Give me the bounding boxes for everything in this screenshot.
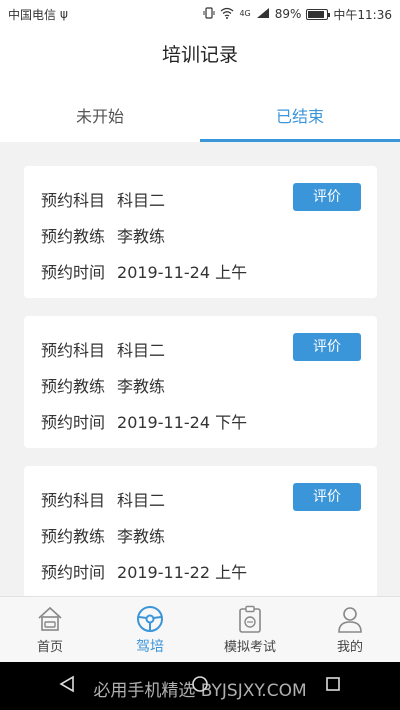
tab-bar: 未开始 已结束 (0, 96, 400, 142)
subject-value: 科目二 (117, 191, 166, 210)
tab-not-started[interactable]: 未开始 (0, 96, 200, 142)
home-circle-icon (191, 675, 209, 697)
subject-value: 科目二 (117, 341, 166, 360)
signal-icon (256, 7, 270, 21)
battery-percent: 89% (274, 7, 302, 21)
time-row: 预约时间 2019-11-22 上午 (41, 559, 247, 583)
coach-value: 李教练 (117, 227, 166, 246)
time-row: 预约时间 2019-11-24 下午 (41, 409, 247, 433)
evaluate-button[interactable]: 评价 (293, 483, 361, 511)
tab-finished[interactable]: 已结束 (200, 96, 400, 142)
subject-label: 预约科目 (41, 341, 106, 360)
time-value: 2019-11-22 上午 (117, 563, 248, 582)
evaluate-button[interactable]: 评价 (293, 333, 361, 361)
coach-label: 预约教练 (41, 527, 106, 546)
system-nav-bar (0, 662, 400, 710)
time-value: 2019-11-24 上午 (117, 263, 248, 282)
time-row: 预约时间 2019-11-24 上午 (41, 259, 247, 283)
nav-driving-training[interactable]: 驾培 (100, 597, 200, 662)
subject-row: 预约科目 科目二 (41, 187, 165, 211)
coach-value: 李教练 (117, 377, 166, 396)
carrier-name: 中国电信 (8, 7, 57, 22)
time-value: 2019-11-24 下午 (117, 413, 248, 432)
nav-profile-label: 我的 (336, 640, 363, 655)
coach-value: 李教练 (117, 527, 166, 546)
time-label: 预约时间 (41, 413, 106, 432)
subject-value: 科目二 (117, 491, 166, 510)
nav-mock-exam-label: 模拟考试 (223, 640, 276, 655)
coach-label: 预约教练 (41, 377, 106, 396)
recent-apps-icon (324, 675, 342, 697)
nav-profile[interactable]: 我的 (300, 597, 400, 662)
subject-label: 预约科目 (41, 191, 106, 210)
nav-home[interactable]: 首页 (0, 597, 100, 662)
evaluate-button[interactable]: 评价 (293, 183, 361, 211)
network-type: 4G (239, 9, 251, 18)
coach-label: 预约教练 (41, 227, 106, 246)
recent-apps-button[interactable] (313, 666, 353, 706)
wifi-icon (220, 7, 234, 21)
back-button[interactable] (47, 666, 87, 706)
battery-icon (306, 8, 331, 20)
page-title: 培训记录 (161, 44, 238, 66)
record-card: 预约科目 科目二 预约教练 李教练 预约时间 2019-11-24 上午 评价 (24, 166, 377, 298)
nav-mock-exam[interactable]: 模拟考试 (200, 597, 300, 662)
nav-driving-training-label: 驾培 (136, 639, 164, 655)
record-card: 预约科目 科目二 预约教练 李教练 预约时间 2019-11-24 下午 评价 (24, 316, 377, 448)
vibrate-icon (203, 7, 215, 21)
usb-icon: ψ (60, 7, 68, 21)
back-icon (58, 675, 76, 697)
coach-row: 预约教练 李教练 (41, 373, 165, 397)
time-label: 预约时间 (41, 563, 106, 582)
subject-row: 预约科目 科目二 (41, 487, 165, 511)
bottom-nav: 首页 驾培 模拟考试 我的 (0, 596, 400, 662)
coach-row: 预约教练 李教练 (41, 523, 165, 547)
steering-wheel-icon (136, 605, 164, 633)
status-left: 中国电信 ψ (8, 6, 68, 23)
status-time: 中午11:36 (333, 7, 392, 22)
battery-fill (308, 10, 325, 18)
subject-label: 预约科目 (41, 491, 106, 510)
coach-row: 预约教练 李教练 (41, 223, 165, 247)
nav-home-label: 首页 (36, 640, 63, 655)
record-card: 预约科目 科目二 预约教练 李教练 预约时间 2019-11-22 上午 评价 (24, 466, 377, 596)
home-icon (36, 605, 64, 633)
record-list[interactable]: 预约科目 科目二 预约教练 李教练 预约时间 2019-11-24 上午 评价 预约科… (0, 142, 400, 596)
status-bar: 中国电信 ψ 4G 89% 中午11:36 (0, 0, 400, 28)
exam-clipboard-icon (236, 605, 264, 633)
status-right: 4G 89% 中午11:36 (203, 6, 392, 23)
subject-row: 预约科目 科目二 (41, 337, 165, 361)
time-label: 预约时间 (41, 263, 106, 282)
home-button[interactable] (180, 666, 220, 706)
profile-icon (336, 605, 364, 633)
